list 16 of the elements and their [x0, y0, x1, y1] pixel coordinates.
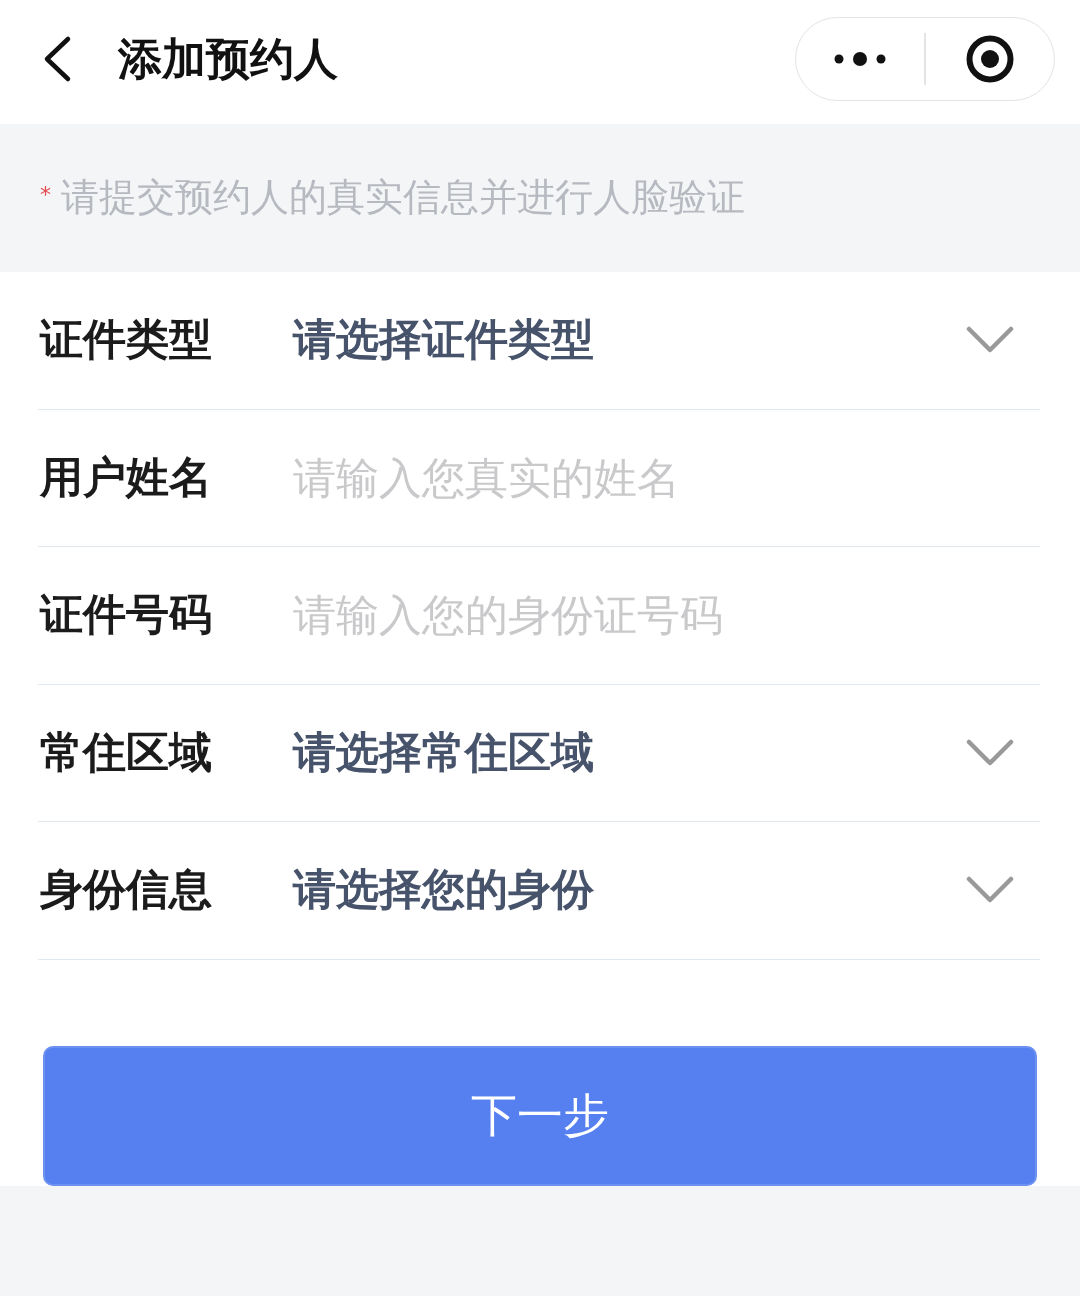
select-field[interactable]: 请选择您的身份 — [293, 822, 1040, 959]
ring-dot-icon[interactable] — [965, 35, 1014, 83]
select-field[interactable]: 请选择常住区域 — [293, 684, 1040, 821]
next-step-button[interactable]: 下一步 — [43, 1045, 1037, 1186]
field-label: 常住区域 — [39, 726, 213, 779]
page-title: 添加预约人 — [118, 32, 338, 86]
more-icon[interactable] — [834, 52, 887, 66]
select-field[interactable]: 请选择证件类型 — [293, 272, 1040, 409]
chevron-down-icon — [966, 737, 1014, 768]
required-asterisk: * — [40, 184, 51, 206]
back-icon[interactable] — [42, 35, 72, 83]
field-label: 证件号码 — [38, 589, 213, 642]
notice-text: 请提交预约人的真实信息并进行人脸验证 — [61, 175, 745, 221]
field-label: 用户姓名 — [38, 451, 213, 504]
field-label: 身份信息 — [39, 864, 213, 917]
field-label: 证件类型 — [38, 314, 213, 367]
